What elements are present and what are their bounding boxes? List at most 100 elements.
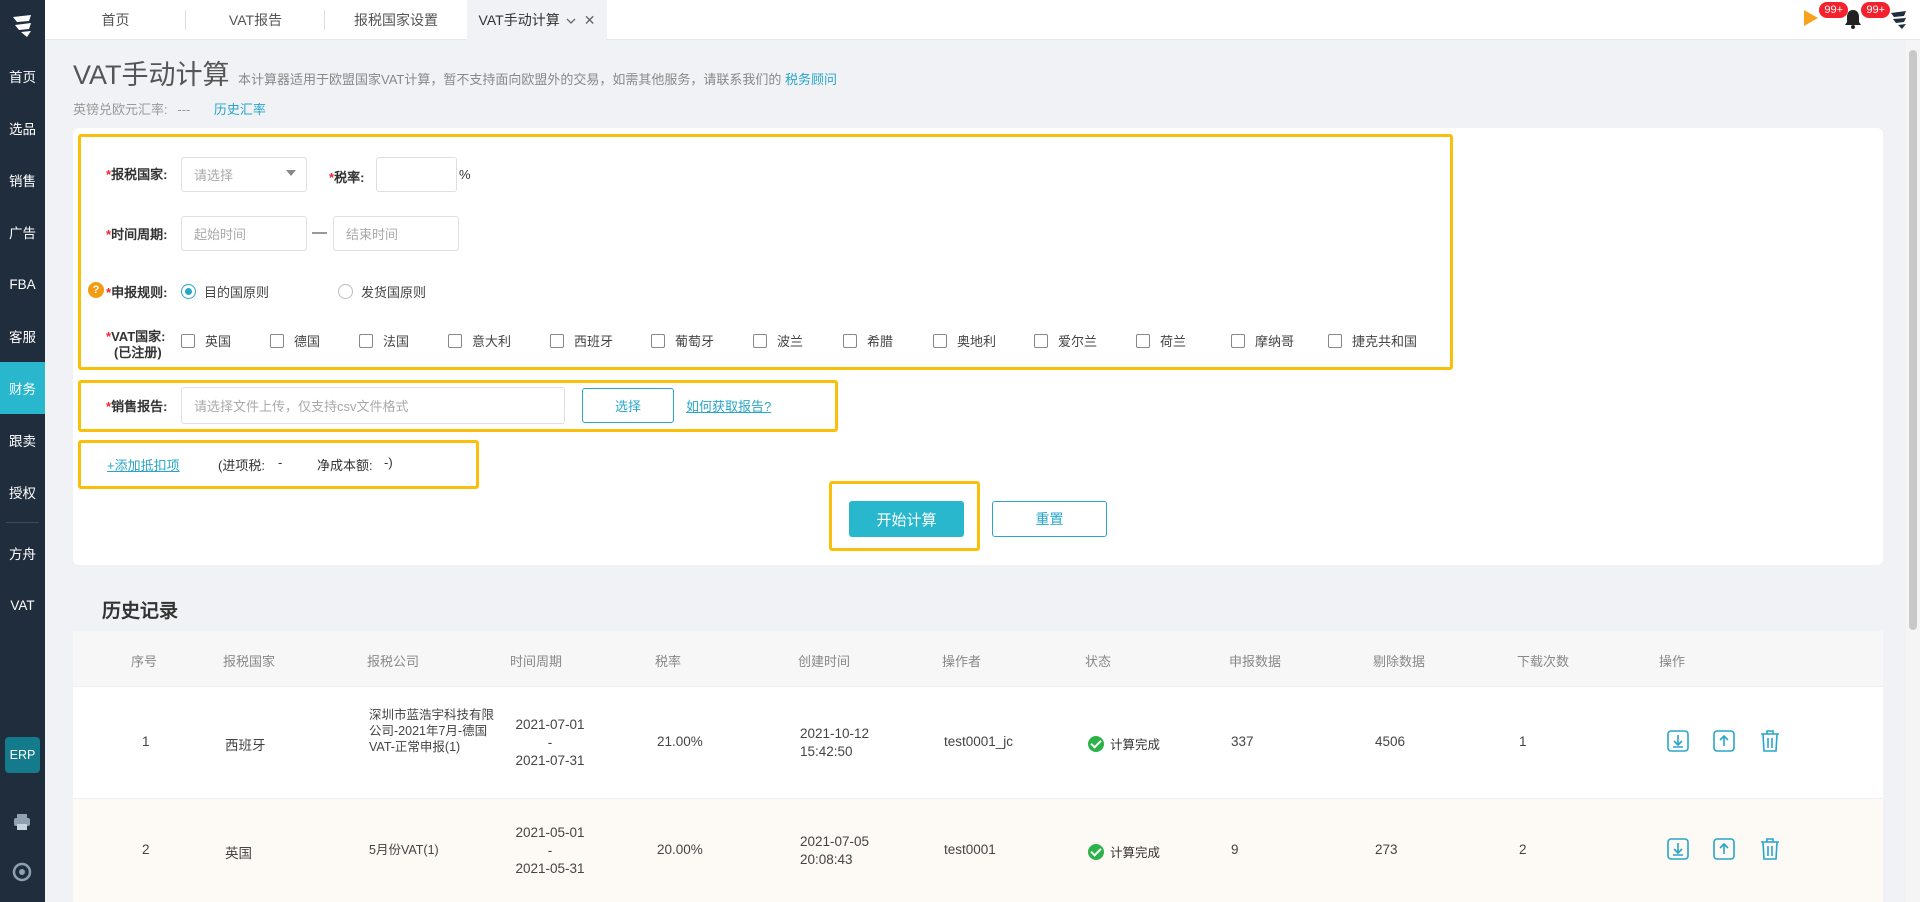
reset-button[interactable]: 重置 <box>992 501 1107 537</box>
vat-country-checkbox[interactable]: 法国 <box>359 331 409 350</box>
sidebar-item[interactable]: 销售 <box>0 154 45 206</box>
column-header: 报税公司 <box>367 654 420 669</box>
checkbox-label: 荷兰 <box>1160 334 1187 349</box>
vat-country-checkbox[interactable]: 西班牙 <box>550 331 613 350</box>
checkbox[interactable] <box>753 333 767 348</box>
period-sep: - <box>547 843 553 858</box>
vat-country-checkbox[interactable]: 德国 <box>270 331 320 350</box>
vat-country-checkbox[interactable]: 意大利 <box>448 331 511 350</box>
sidebar-item[interactable]: 跟卖 <box>0 414 45 466</box>
radio-destination-principle[interactable]: 目的国原则 <box>181 282 269 301</box>
vat-country-checkbox[interactable]: 奥地利 <box>933 331 996 350</box>
checkbox[interactable] <box>550 333 564 348</box>
radio-origin-principle[interactable]: 发货国原则 <box>338 282 426 301</box>
checkbox[interactable] <box>651 333 665 348</box>
checkbox[interactable] <box>933 333 947 348</box>
sidebar-item[interactable]: 客服 <box>0 310 45 362</box>
vat-country-checkbox[interactable]: 英国 <box>181 331 231 350</box>
sidebar-item[interactable]: 授权 <box>0 466 45 518</box>
vat-country-checkbox[interactable]: 葡萄牙 <box>651 331 714 350</box>
add-deduction-link[interactable]: +添加抵扣项 <box>107 455 180 474</box>
cell-operator: test0001 <box>944 842 996 857</box>
start-calc-button[interactable]: 开始计算 <box>849 501 964 537</box>
tab-vat-manual-calc[interactable]: VAT手动计算 ✕ <box>467 0 607 40</box>
sidebar-item[interactable]: 选品 <box>0 102 45 154</box>
download-icon[interactable] <box>1665 728 1691 754</box>
checkbox-label: 葡萄牙 <box>675 334 715 349</box>
status-badge: 计算完成 <box>1088 734 1160 753</box>
vat-country-checkbox[interactable]: 摩纳哥 <box>1231 331 1294 350</box>
choose-file-button[interactable]: 选择 <box>582 388 674 423</box>
cell-country: 西班牙 <box>225 738 266 753</box>
period-end: 2021-05-31 <box>515 861 585 876</box>
how-to-get-report-link[interactable]: 如何获取报告? <box>686 396 771 415</box>
start-date-input[interactable]: 起始时间 <box>181 216 307 251</box>
country-label: *报税国家: <box>106 167 168 182</box>
close-icon[interactable]: ✕ <box>584 12 596 29</box>
cell-company: 深圳市蓝浩宇科技有限公司-2021年7月-德国VAT-正常申报(1) <box>369 708 495 754</box>
chevron-down-icon[interactable] <box>566 12 576 28</box>
country-select-placeholder: 请选择 <box>194 168 234 183</box>
checkbox[interactable] <box>1034 333 1048 348</box>
status-text: 计算完成 <box>1110 846 1161 860</box>
period-start: 2021-05-01 <box>515 825 585 840</box>
vat-country-checkbox[interactable]: 捷克共和国 <box>1328 331 1417 350</box>
user-avatar-icon[interactable] <box>1888 8 1910 33</box>
scroll-thumb[interactable] <box>1909 50 1917 630</box>
download-icon[interactable] <box>1665 836 1691 862</box>
tax-advisor-link[interactable]: 税务顾问 <box>785 72 837 87</box>
tab-home[interactable]: 首页 <box>45 0 186 40</box>
sidebar-item[interactable]: 财务 <box>0 362 45 414</box>
checkbox[interactable] <box>843 333 857 348</box>
period-end: 2021-07-31 <box>515 753 585 768</box>
checkbox[interactable] <box>448 333 462 348</box>
erp-button[interactable]: ERP <box>5 737 40 773</box>
history-rate-link[interactable]: 历史汇率 <box>214 102 266 117</box>
column-header: 报税国家 <box>223 654 276 669</box>
sidebar-item[interactable]: 广告 <box>0 206 45 258</box>
vat-country-checkbox[interactable]: 波兰 <box>753 331 803 350</box>
sidebar-item[interactable]: VAT <box>0 579 45 631</box>
removed-data-link[interactable]: 273 <box>1375 842 1398 857</box>
trash-icon[interactable] <box>1757 836 1783 862</box>
checkbox[interactable] <box>1328 333 1342 348</box>
printer-icon[interactable] <box>10 810 34 834</box>
support-icon[interactable] <box>10 860 34 884</box>
page-scrollbar[interactable] <box>1906 40 1920 902</box>
column-header: 序号 <box>131 654 158 669</box>
country-select[interactable]: 请选择 <box>181 157 307 192</box>
question-icon[interactable]: ? <box>88 282 104 298</box>
vat-country-checkbox[interactable]: 希腊 <box>843 331 893 350</box>
checkbox[interactable] <box>181 333 195 348</box>
start-date-placeholder: 起始时间 <box>194 227 247 242</box>
removed-data-link[interactable]: 4506 <box>1375 734 1405 749</box>
sidebar-divider <box>6 522 39 523</box>
radio-checked[interactable] <box>181 284 196 299</box>
checkbox[interactable] <box>270 333 284 348</box>
upload-icon[interactable] <box>1711 728 1737 754</box>
created-date: 2021-07-05 <box>800 834 870 849</box>
sidebar-item[interactable]: 首页 <box>0 50 45 102</box>
radio-unchecked[interactable] <box>338 284 353 299</box>
tax-rate-input[interactable] <box>376 157 457 192</box>
report-file-input[interactable]: 请选择文件上传，仅支持csv文件格式 <box>181 387 565 424</box>
cell-period: 2021-07-01 - 2021-07-31 <box>505 716 595 770</box>
end-date-input[interactable]: 结束时间 <box>333 216 459 251</box>
cell-downloads: 2 <box>1519 842 1527 857</box>
flag-icon[interactable] <box>1802 8 1820 31</box>
app-logo[interactable] <box>0 0 45 50</box>
upload-icon[interactable] <box>1711 836 1737 862</box>
vat-country-checkbox[interactable]: 爱尔兰 <box>1034 331 1097 350</box>
checkbox[interactable] <box>1231 333 1245 348</box>
tab-tax-country-settings[interactable]: 报税国家设置 <box>325 0 467 40</box>
cell-operator: test0001_jc <box>944 734 1014 749</box>
trash-icon[interactable] <box>1757 728 1783 754</box>
tab-vat-report[interactable]: VAT报告 <box>186 0 325 40</box>
sidebar-item[interactable]: 方舟 <box>0 527 45 579</box>
checkbox[interactable] <box>1136 333 1150 348</box>
checkbox[interactable] <box>359 333 373 348</box>
vat-country-checkbox[interactable]: 荷兰 <box>1136 331 1186 350</box>
bell-icon[interactable] <box>1844 9 1862 32</box>
sidebar-item[interactable]: FBA <box>0 258 45 310</box>
table-row: 1 西班牙 深圳市蓝浩宇科技有限公司-2021年7月-德国VAT-正常申报(1) 20… <box>73 687 1883 799</box>
